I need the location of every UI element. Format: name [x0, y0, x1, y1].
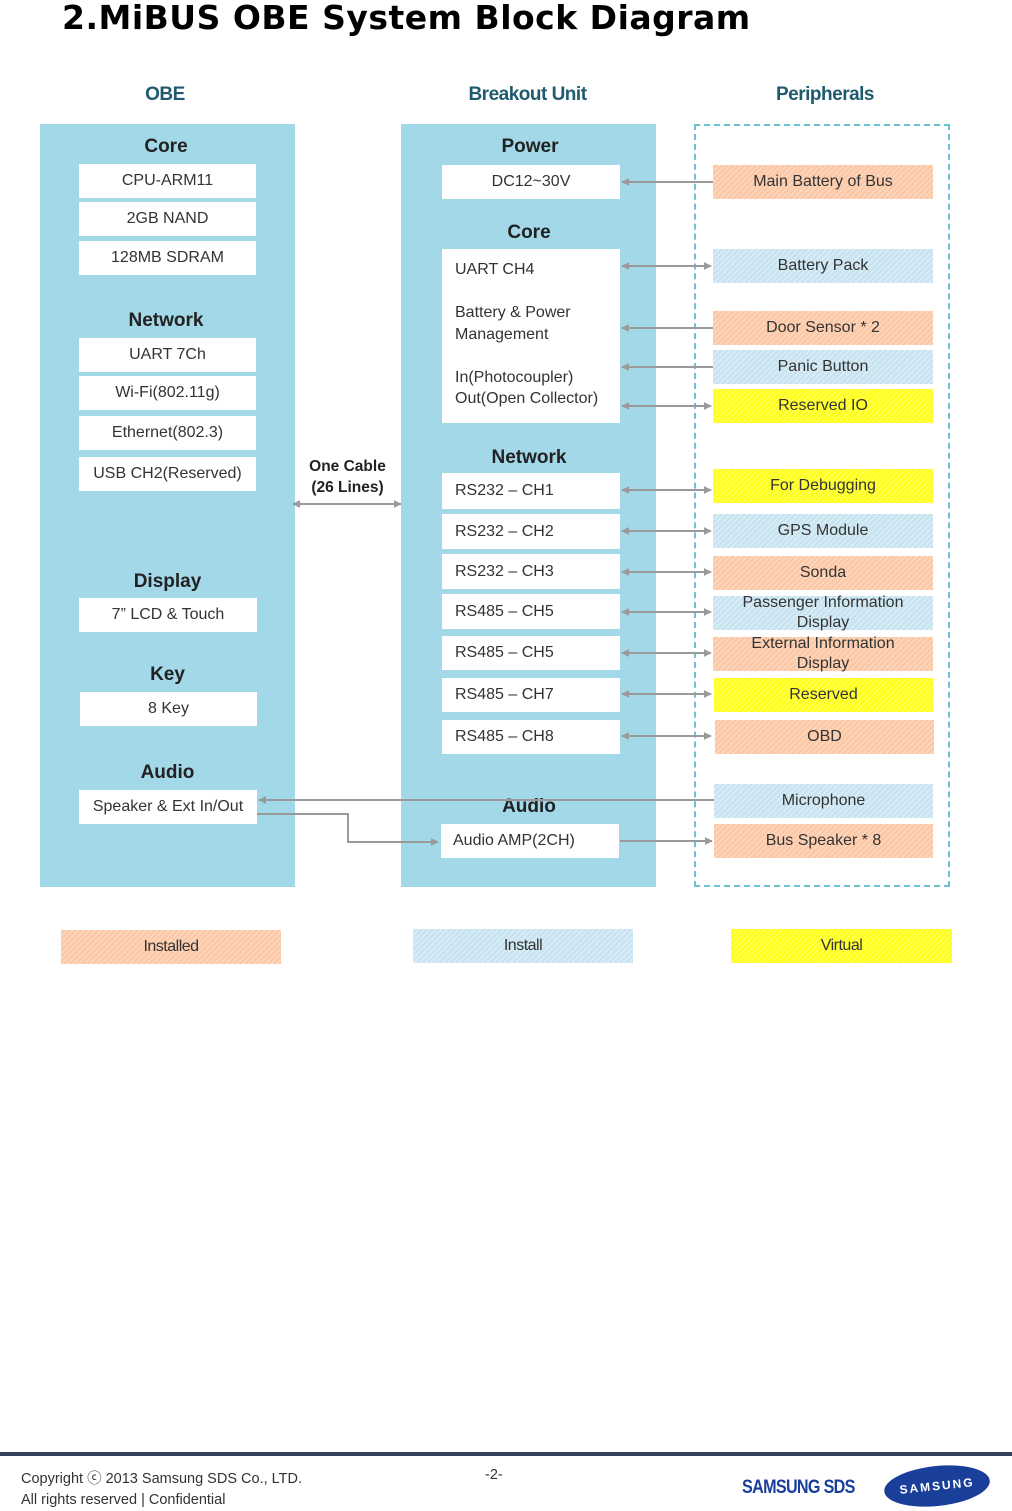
samsung-logo: SAMSUNG	[882, 1460, 992, 1511]
legend-virtual: Virtual	[731, 929, 952, 963]
legend-install: Install	[413, 929, 633, 963]
footer-copyright: Copyright ⓒ 2013 Samsung SDS Co., LTD.	[21, 1471, 302, 1487]
samsung-logo-text: SAMSUNG	[898, 1475, 976, 1497]
legend-installed: Installed	[61, 930, 281, 964]
footer-divider	[0, 1452, 1012, 1456]
samsung-sds-logo: SAMSUNG SDS	[742, 1477, 855, 1498]
footer-rights: All rights reserved | Confidential	[21, 1492, 226, 1508]
connector-arrows	[257, 178, 714, 846]
arrow-obe-to-amp	[257, 813, 439, 846]
footer-page-number: -2-	[485, 1467, 503, 1483]
